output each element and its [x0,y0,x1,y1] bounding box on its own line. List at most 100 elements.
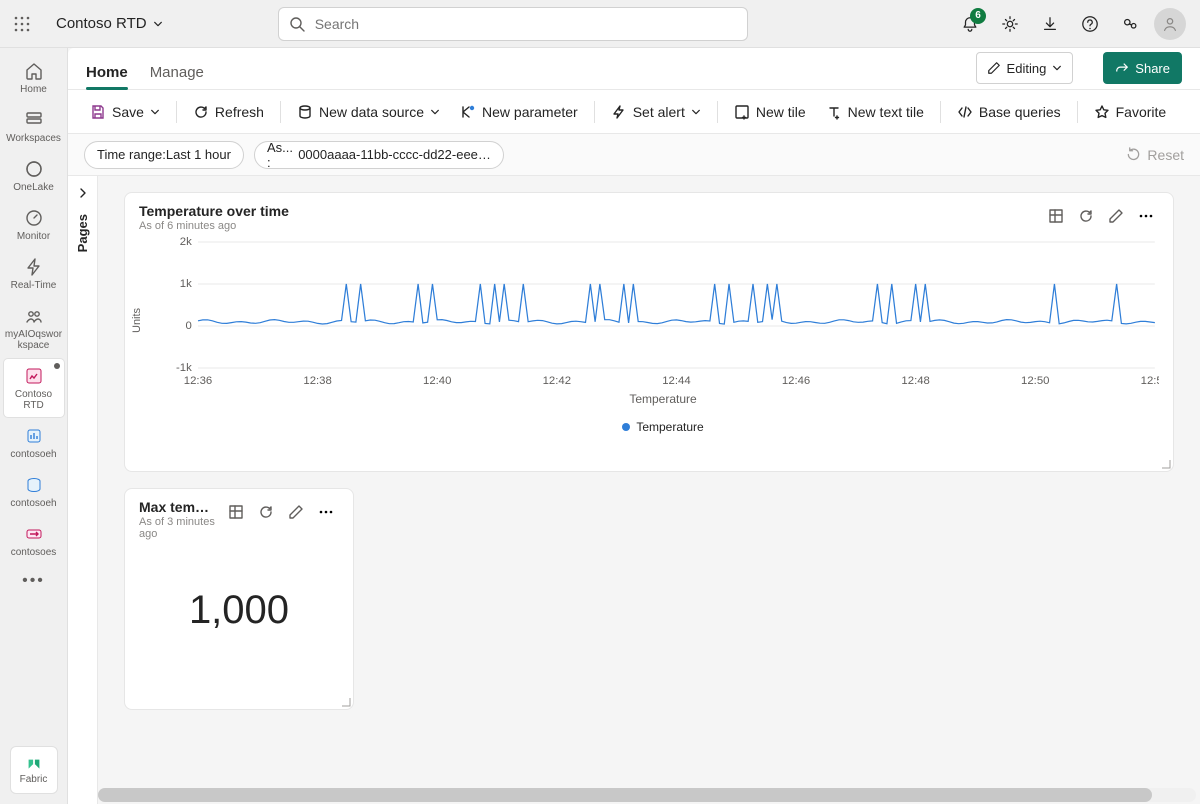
explore-button[interactable] [223,499,249,525]
rail-label: Home [20,84,47,95]
share-button[interactable]: Share [1103,52,1182,84]
app-launcher-button[interactable] [6,8,38,40]
download-icon [1041,15,1059,33]
chevron-right-icon [77,187,89,199]
y-axis-label: Units [131,308,143,333]
topbar: Contoso RTD 6 [0,0,1200,48]
workspace-picker[interactable]: Contoso RTD [48,11,171,36]
monitor-icon [23,207,45,229]
pencil-icon [1108,208,1124,224]
dashboard-area[interactable]: Temperature over time As of 6 minutes ag… [98,176,1200,786]
pill-value: Last 1 hour [166,147,231,162]
more-icon [1138,208,1154,224]
edit-tile-button[interactable] [283,499,309,525]
line-chart: -1k01k2k12:3612:3812:4012:4212:4412:4612… [167,236,1159,386]
share-icon [1115,61,1129,75]
left-rail: Home Workspaces OneLake Monitor Real-Tim… [0,48,68,804]
share-label: Share [1135,61,1170,76]
rail-more[interactable]: ••• [4,566,64,596]
pill-value: 0000aaaa-11bb-cccc-dd22-eeeee... [298,147,491,162]
tile-header: Temperature over time As of 6 minutes ag… [125,193,1173,236]
editing-mode-button[interactable]: Editing [976,52,1074,84]
settings-button[interactable] [992,6,1028,42]
scroll-thumb[interactable] [98,788,1152,802]
set-alert-button[interactable]: Set alert [603,96,709,128]
tab-home[interactable]: Home [86,64,128,89]
editing-label: Editing [1007,61,1047,76]
toolbar-label: New parameter [482,104,578,120]
tile-icon [734,104,750,120]
edit-tile-button[interactable] [1103,203,1129,229]
tab-manage[interactable]: Manage [150,64,204,89]
workspace-name: Contoso RTD [56,15,147,32]
searchbox[interactable] [278,7,748,41]
rail-contosoes[interactable]: contosoes [4,517,64,564]
rail-monitor[interactable]: Monitor [4,201,64,248]
database-icon [297,104,313,120]
toolbar-label: Base queries [979,104,1061,120]
tile-more-button[interactable] [1133,203,1159,229]
refresh-button[interactable]: Refresh [185,96,272,128]
refresh-icon [1078,208,1094,224]
rail-contosoeh-2[interactable]: contosoeh [4,468,64,515]
person-icon [1161,15,1179,33]
rail-myaioqsworkspace[interactable]: myAIOqsworkspace [4,299,64,357]
legend-label: Temperature [636,420,703,434]
fabric-switcher[interactable]: Fabric [10,746,58,794]
rail-home[interactable]: Home [4,54,64,101]
pill-label: Time range: [97,147,166,162]
svg-text:12:50: 12:50 [1021,375,1049,386]
feedback-button[interactable] [1112,6,1148,42]
rail-workspaces[interactable]: Workspaces [4,103,64,150]
tile-more-button[interactable] [313,499,339,525]
tile-actions [1043,203,1159,229]
text-tile-icon [826,104,842,120]
refresh-tile-button[interactable] [253,499,279,525]
reset-icon [1126,147,1141,162]
time-range-pill[interactable]: Time range: Last 1 hour [84,141,244,169]
svg-text:12:38: 12:38 [303,375,331,386]
table-icon [1048,208,1064,224]
rail-contosoeh-1[interactable]: contosoeh [4,419,64,466]
save-icon [90,104,106,120]
notifications-button[interactable]: 6 [952,6,988,42]
unsaved-dot-icon [54,363,60,369]
favorite-button[interactable]: Favorite [1086,96,1175,128]
account-button[interactable] [1152,6,1188,42]
svg-text:12:40: 12:40 [423,375,451,386]
tile-max-temperature[interactable]: Max tempera... As of 3 minutes ago 1,000 [124,488,354,710]
horizontal-scrollbar[interactable] [98,788,1196,802]
resize-handle[interactable] [1161,459,1171,469]
rail-contoso-rtd[interactable]: Contoso RTD [4,359,64,417]
chart-area: Units -1k01k2k12:3612:3812:4012:4212:441… [125,236,1173,442]
tab-row: Home Manage Editing Share [68,48,1200,90]
svg-text:0: 0 [185,320,191,332]
refresh-tile-button[interactable] [1073,203,1099,229]
chevron-down-icon [150,107,160,117]
rail-onelake[interactable]: OneLake [4,152,64,199]
base-queries-button[interactable]: Base queries [949,96,1069,128]
home-icon [23,60,45,82]
expand-pages-button[interactable] [72,182,94,204]
parameter-pill[interactable]: As... : 0000aaaa-11bb-cccc-dd22-eeeee... [254,141,504,169]
new-parameter-button[interactable]: New parameter [452,96,586,128]
new-text-tile-button[interactable]: New text tile [818,96,932,128]
pill-label: As... : [267,140,298,170]
rail-realtime[interactable]: Real-Time [4,250,64,297]
new-data-source-button[interactable]: New data source [289,96,448,128]
tile-temperature-over-time[interactable]: Temperature over time As of 6 minutes ag… [124,192,1174,472]
search-wrap [278,7,748,41]
download-button[interactable] [1032,6,1068,42]
explore-button[interactable] [1043,203,1069,229]
fabric-icon [25,756,43,774]
search-input[interactable] [313,15,737,33]
help-button[interactable] [1072,6,1108,42]
svg-text:12:52: 12:52 [1141,375,1159,386]
resize-handle[interactable] [341,697,351,707]
dashboard-icon [23,365,45,387]
new-tile-button[interactable]: New tile [726,96,814,128]
reset-button[interactable]: Reset [1126,147,1184,163]
rail-label: Contoso RTD [4,389,64,411]
chevron-down-icon [691,107,701,117]
save-button[interactable]: Save [82,96,168,128]
